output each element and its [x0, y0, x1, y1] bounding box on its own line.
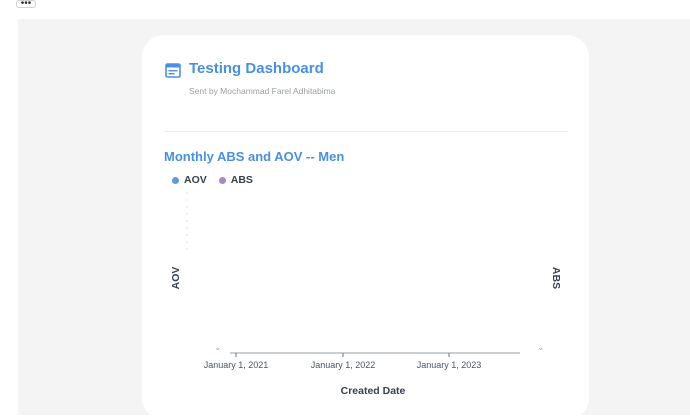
y-axis-dot: [186, 199, 188, 201]
y-axis-dot: [186, 241, 188, 243]
x-axis-end-mark: ˘: [539, 347, 543, 357]
y-axis-dot: [186, 206, 188, 208]
x-tick-label: January 1, 2021: [204, 360, 269, 370]
y-axis-dot: [186, 220, 188, 222]
y-axis-dot: [186, 234, 188, 236]
y-axis-dot: [186, 192, 188, 194]
y-axis-dot: [186, 227, 188, 229]
chart-plot: ˘ ˘ January 1, 2021 January 1, 2022 January …: [170, 192, 562, 397]
x-tick-label: January 1, 2023: [417, 360, 482, 370]
x-axis-start-mark: ˘: [216, 347, 220, 357]
more-options-button[interactable]: •••: [16, 0, 36, 9]
y-axis-dot: [186, 213, 188, 215]
y-axis-dot: [186, 248, 188, 250]
y-axis-label-left: AOV: [170, 267, 182, 290]
y-axis-label-right: ABS: [550, 267, 562, 289]
x-axis-label: Created Date: [341, 385, 406, 397]
x-tick-label: January 1, 2022: [311, 360, 376, 370]
dashboard-card: Testing Dashboard Sent by Mochammad Fare…: [142, 35, 589, 420]
